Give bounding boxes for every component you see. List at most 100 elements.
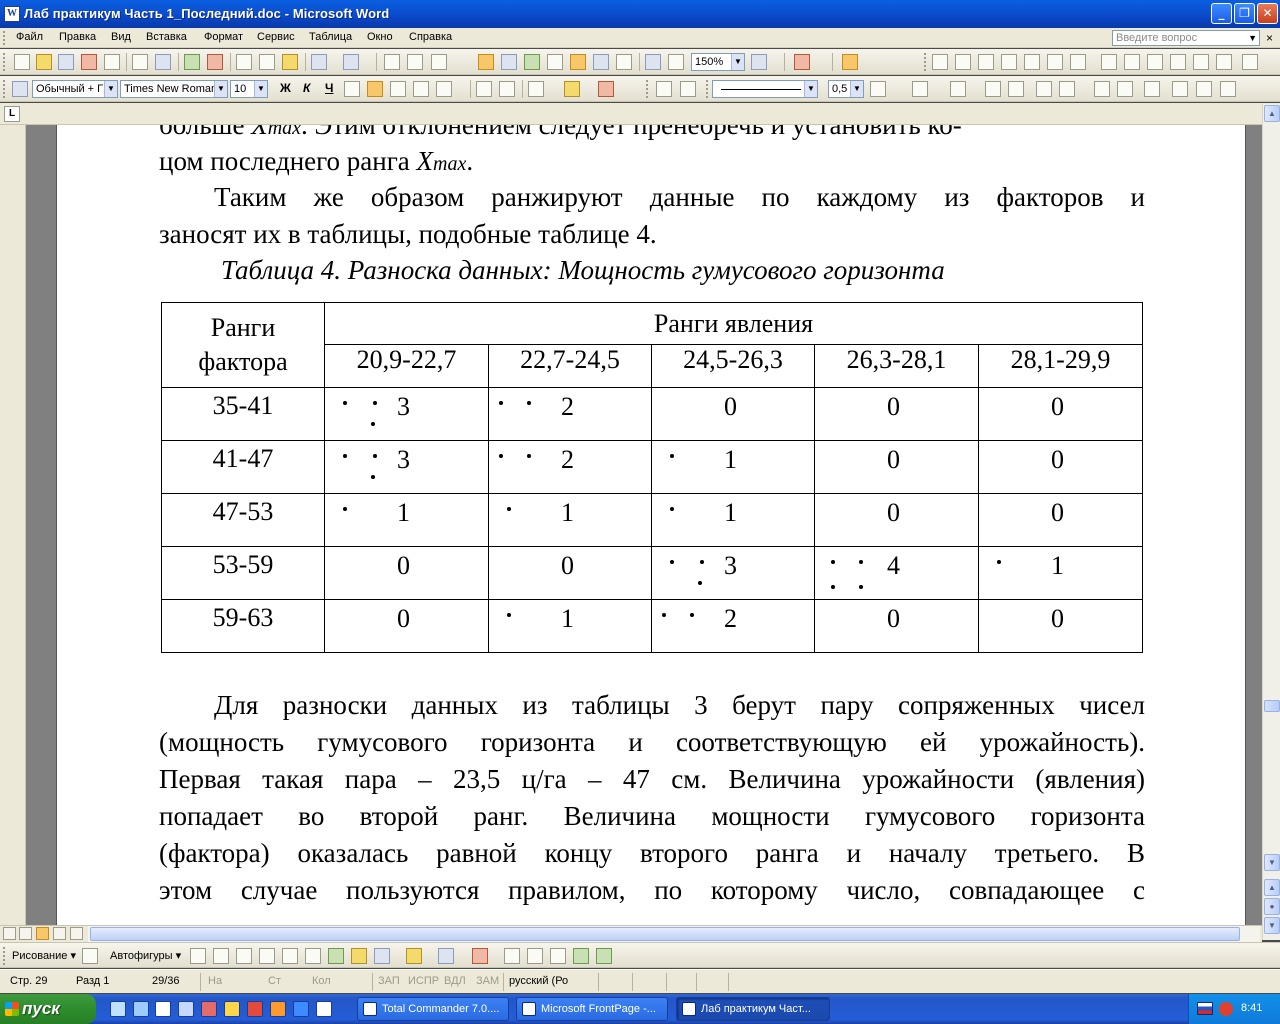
print-preview-icon[interactable] [155,54,171,70]
shade-icon[interactable] [1001,54,1017,70]
line-weight-combo[interactable]: 0,5 ▼ [828,80,864,98]
eraser-icon[interactable] [955,54,971,70]
drawing-menu[interactable]: Рисование ▾ [12,949,76,962]
excel-icon[interactable] [155,1001,171,1017]
select-arrow-icon[interactable] [82,948,98,964]
spelling-icon[interactable] [184,54,200,70]
border-color-icon[interactable] [870,81,886,97]
menu-window[interactable]: Окно [367,31,393,43]
status-trk[interactable]: ИСПР [408,975,439,987]
cut-icon[interactable] [236,54,252,70]
toolbar-grip[interactable] [646,80,649,98]
columns-icon[interactable] [547,54,563,70]
bullets-icon[interactable] [499,81,515,97]
shading-icon[interactable] [912,81,928,97]
subscript-icon[interactable] [407,54,423,70]
chevron-down-icon[interactable]: ▼ [804,81,817,97]
text-direction-icon[interactable] [1172,81,1188,97]
chevron-down-icon[interactable]: ▼ [214,81,227,97]
align-center-icon[interactable] [367,81,383,97]
insert-table-icon[interactable] [501,54,517,70]
clipart-icon[interactable] [351,948,367,964]
outside-border-icon[interactable] [528,81,544,97]
rectangle-icon[interactable] [236,948,252,964]
merge-icon[interactable] [1047,54,1063,70]
align-icon[interactable] [978,54,994,70]
permission-icon[interactable] [81,54,97,70]
chevron-down-icon[interactable]: ▼ [254,81,267,97]
align-right-icon[interactable] [390,81,406,97]
track-changes-icon[interactable] [656,81,672,97]
normal-view-icon[interactable] [3,927,16,940]
opera-icon[interactable] [247,1001,263,1017]
toolbar-grip[interactable] [3,80,6,98]
minimize-button[interactable]: _ [1211,3,1232,24]
insert-excel-icon[interactable] [524,54,540,70]
toolbar-grip[interactable] [706,80,709,98]
font-size-combo[interactable]: 10 ▼ [230,80,268,98]
distribute-rows-icon[interactable] [1094,81,1110,97]
omega-icon[interactable] [616,54,632,70]
split-cells-icon[interactable] [1008,81,1024,97]
align-left-icon[interactable] [344,81,360,97]
menu-file[interactable]: Файл [16,31,43,43]
merge-cells-icon[interactable] [1036,81,1052,97]
borders-icon[interactable] [950,81,966,97]
show-desktop-icon[interactable] [110,1001,126,1017]
access-icon[interactable] [201,1001,217,1017]
textbox-icon[interactable] [282,948,298,964]
redo-icon[interactable] [343,54,359,70]
sum-icon[interactable] [1220,81,1236,97]
autoshapes-menu[interactable]: Автофигуры ▾ [110,949,181,962]
copy-icon[interactable] [259,54,275,70]
zoom-combo[interactable]: 150% ▼ [691,53,745,71]
border-icon[interactable] [1024,54,1040,70]
font-combo[interactable]: Times New Roman ▼ [120,80,228,98]
underline-button[interactable]: Ч [325,81,333,95]
status-ovr[interactable]: ЗАМ [476,975,499,987]
scroll-up-icon[interactable]: ▲ [1264,105,1280,122]
clear-format-icon[interactable] [384,54,400,70]
research-pane-icon[interactable] [794,54,810,70]
document-close-button[interactable]: × [1266,31,1273,45]
browse-object-icon[interactable]: ● [1264,898,1280,915]
read-icon[interactable] [842,54,858,70]
distribute-cols-icon[interactable] [1117,81,1133,97]
reading-view-icon[interactable] [70,927,83,940]
chevron-down-icon[interactable]: ▼ [731,54,744,70]
fill-color-icon[interactable] [406,948,422,964]
cross-icon[interactable] [1147,54,1163,70]
color-icon[interactable] [593,54,609,70]
firefox-icon[interactable] [270,1001,286,1017]
toolbar-grip[interactable] [3,947,6,965]
line-style-combo[interactable]: ▼ [712,80,818,98]
oval-icon[interactable] [259,948,275,964]
line-icon[interactable] [190,948,206,964]
cell-icon[interactable] [985,81,1001,97]
diagram-icon[interactable] [328,948,344,964]
new-document-icon[interactable] [14,54,30,70]
arrow-style-icon[interactable] [550,948,566,964]
ie-icon[interactable] [293,1001,309,1017]
web-view-icon[interactable] [19,927,32,940]
numbering-icon[interactable] [476,81,492,97]
help-search-input[interactable]: Введите вопрос ▼ [1112,30,1260,46]
help-icon[interactable] [751,54,767,70]
picture-icon[interactable] [374,948,390,964]
email-icon[interactable] [104,54,120,70]
menu-grip[interactable] [3,31,6,45]
comment-icon[interactable] [680,81,696,97]
menu-help[interactable]: Справка [409,31,452,43]
table-tool-icon[interactable] [932,54,948,70]
more-icon[interactable] [1242,54,1258,70]
document-page[interactable]: больше Xmax. Этим отклонением следует пр… [56,125,1246,925]
justify-icon[interactable] [413,81,429,97]
table-delete-icon[interactable] [1170,54,1186,70]
sort-icon[interactable] [1196,81,1212,97]
menu-edit[interactable]: Правка [59,31,96,43]
media-icon[interactable] [224,1001,240,1017]
line-color-icon[interactable] [438,948,454,964]
antivirus-icon[interactable] [1219,1002,1233,1016]
font-color-icon[interactable] [472,948,488,964]
status-rec[interactable]: ЗАП [378,975,400,987]
